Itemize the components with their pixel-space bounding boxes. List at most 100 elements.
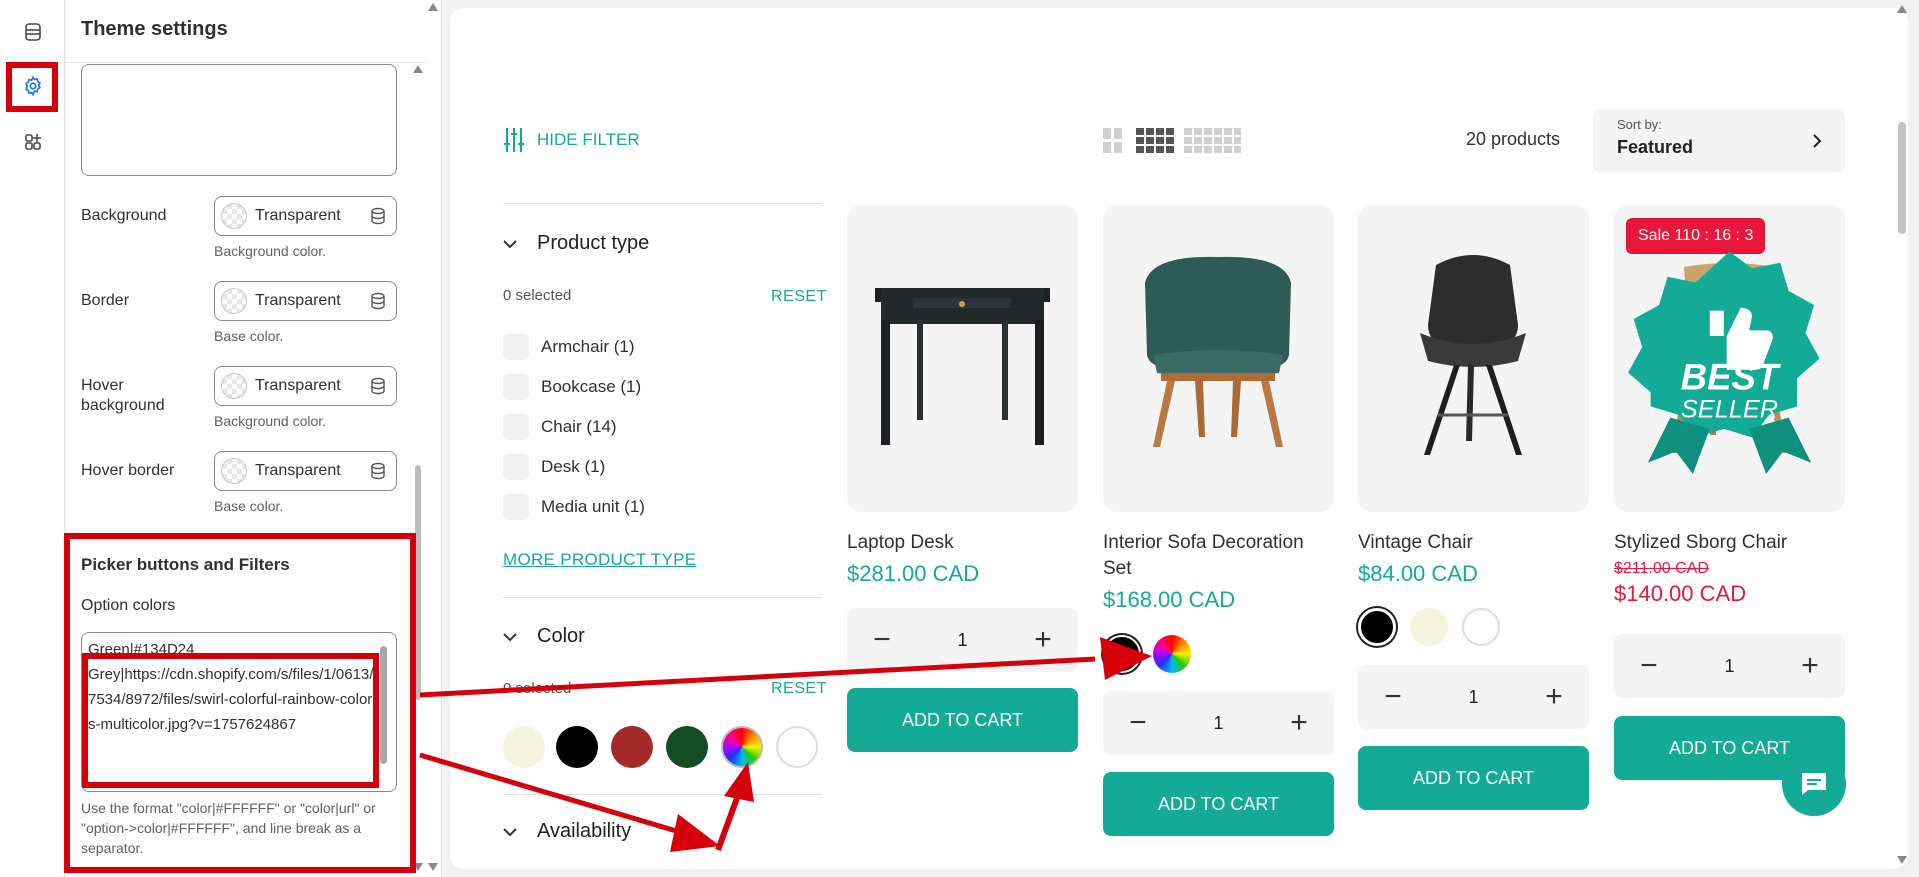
- grid-2-columns-icon[interactable]: [1103, 128, 1123, 154]
- best-seller-text: SELLER: [1681, 396, 1778, 424]
- color-swatch-white[interactable]: [776, 726, 818, 768]
- color-swatch-black[interactable]: [1103, 635, 1141, 673]
- product-count: 20 products: [1466, 129, 1561, 149]
- quantity-value[interactable]: 1: [1724, 656, 1734, 677]
- textarea-scrollbar[interactable]: [380, 646, 387, 764]
- divider: [503, 597, 822, 598]
- grid-6-columns-icon[interactable]: [1184, 128, 1241, 154]
- color-swatch-rainbow[interactable]: [721, 726, 763, 768]
- quantity-stepper[interactable]: − 1 +: [1358, 665, 1589, 729]
- preview-scrollbar[interactable]: [1898, 122, 1906, 234]
- product-card[interactable]: Sale 110 : 16 : 3 BEST SELLER Stylized S…: [1614, 205, 1845, 608]
- product-image[interactable]: [1358, 205, 1589, 512]
- color-swatch-black[interactable]: [1358, 608, 1396, 646]
- hover-background-label: Hover background: [81, 377, 165, 414]
- color-swatch-rainbow[interactable]: [1153, 635, 1191, 673]
- product-image[interactable]: [847, 205, 1078, 512]
- plus-icon[interactable]: +: [1543, 682, 1565, 712]
- chevron-down-icon: [503, 632, 517, 641]
- quantity-value[interactable]: 1: [1468, 687, 1478, 708]
- hover-border-value: Transparent: [255, 462, 341, 479]
- color-toggle[interactable]: Color: [503, 625, 585, 648]
- option-label: Armchair (1): [541, 337, 635, 356]
- product-title[interactable]: Interior Sofa Decoration Set: [1103, 530, 1334, 582]
- plus-icon[interactable]: +: [1799, 651, 1821, 681]
- background-color-input[interactable]: Transparent: [214, 196, 397, 236]
- filter-option-desk[interactable]: Desk (1): [503, 454, 605, 480]
- apps-icon[interactable]: [13, 122, 53, 162]
- hide-filter-button[interactable]: HIDE FILTER: [503, 126, 640, 154]
- database-icon[interactable]: [370, 462, 386, 480]
- sections-icon[interactable]: [13, 12, 53, 52]
- option-colors-label: Option colors: [81, 597, 176, 614]
- color-swatch-white[interactable]: [1462, 608, 1500, 646]
- border-color-input[interactable]: Transparent: [214, 281, 397, 321]
- availability-heading: Availability: [537, 820, 632, 842]
- minus-icon[interactable]: −: [1382, 682, 1404, 712]
- color-swatch-green[interactable]: [666, 726, 708, 768]
- quantity-stepper[interactable]: − 1 +: [847, 608, 1078, 672]
- panel-scrollbar[interactable]: [415, 465, 421, 700]
- scroll-down-arrow-icon[interactable]: [427, 862, 439, 872]
- checkbox[interactable]: [503, 334, 529, 360]
- filter-option-chair[interactable]: Chair (14): [503, 414, 617, 440]
- theme-settings-gear-icon[interactable]: [13, 66, 53, 106]
- quantity-stepper[interactable]: − 1 +: [1103, 691, 1334, 755]
- color-swatch-black[interactable]: [556, 726, 598, 768]
- scroll-down-arrow-icon[interactable]: [1896, 855, 1908, 865]
- product-card[interactable]: Interior Sofa Decoration Set $168.00 CAD: [1103, 205, 1334, 614]
- sort-dropdown[interactable]: Sort by: Featured: [1593, 109, 1845, 173]
- hover-border-color-input[interactable]: Transparent: [214, 451, 397, 491]
- color-swatch-cream[interactable]: [503, 726, 545, 768]
- database-icon[interactable]: [370, 377, 386, 395]
- checkbox[interactable]: [503, 374, 529, 400]
- product-card[interactable]: Laptop Desk $281.00 CAD: [847, 205, 1078, 588]
- quantity-stepper[interactable]: − 1 +: [1614, 634, 1845, 698]
- quantity-value[interactable]: 1: [1213, 713, 1223, 734]
- plus-icon[interactable]: +: [1288, 708, 1310, 738]
- checkbox[interactable]: [503, 494, 529, 520]
- filter-option-media-unit[interactable]: Media unit (1): [503, 494, 645, 520]
- product-type-toggle[interactable]: Product type: [503, 232, 649, 255]
- sort-label: Sort by:: [1617, 117, 1662, 132]
- add-to-cart-button[interactable]: ADD TO CART: [847, 688, 1078, 752]
- add-to-cart-button[interactable]: ADD TO CART: [1103, 772, 1334, 836]
- product-image[interactable]: Sale 110 : 16 : 3 BEST SELLER: [1614, 205, 1845, 512]
- filter-option-armchair[interactable]: Armchair (1): [503, 334, 635, 360]
- color-reset[interactable]: RESET: [771, 680, 827, 698]
- minus-icon[interactable]: −: [1127, 708, 1149, 738]
- add-to-cart-button[interactable]: ADD TO CART: [1358, 746, 1589, 810]
- availability-toggle[interactable]: Availability: [503, 820, 631, 843]
- border-help: Base color.: [214, 328, 284, 344]
- minus-icon[interactable]: −: [1638, 651, 1660, 681]
- scroll-up-arrow-icon[interactable]: [412, 64, 424, 74]
- background-value: Transparent: [255, 207, 341, 224]
- css-textarea[interactable]: [81, 64, 397, 176]
- option-colors-textarea[interactable]: Green|#134D24 Grey|https://cdn.shopify.c…: [81, 632, 397, 792]
- color-swatch-red[interactable]: [611, 726, 653, 768]
- chat-button[interactable]: [1782, 752, 1846, 816]
- database-icon[interactable]: [370, 292, 386, 310]
- transparent-swatch: [221, 458, 247, 484]
- more-product-type-link[interactable]: MORE PRODUCT TYPE: [503, 550, 696, 570]
- scroll-up-arrow-icon[interactable]: [427, 2, 439, 12]
- product-title[interactable]: Laptop Desk: [847, 530, 1078, 556]
- minus-icon[interactable]: −: [871, 625, 893, 655]
- product-card[interactable]: Vintage Chair $84.00 CAD: [1358, 205, 1589, 588]
- border-label: Border: [81, 292, 130, 309]
- product-type-reset[interactable]: RESET: [771, 288, 827, 306]
- color-swatch-cream[interactable]: [1410, 608, 1448, 646]
- scroll-up-arrow-icon[interactable]: [1896, 4, 1908, 14]
- database-icon[interactable]: [370, 207, 386, 225]
- grid-4-columns-icon[interactable]: [1136, 128, 1174, 154]
- plus-icon[interactable]: +: [1032, 625, 1054, 655]
- hover-background-color-input[interactable]: Transparent: [214, 366, 397, 406]
- product-title[interactable]: Stylized Sborg Chair: [1614, 530, 1845, 556]
- filter-option-bookcase[interactable]: Bookcase (1): [503, 374, 641, 400]
- checkbox[interactable]: [503, 454, 529, 480]
- quantity-value[interactable]: 1: [957, 630, 967, 651]
- product-image[interactable]: [1103, 205, 1334, 512]
- product-title[interactable]: Vintage Chair: [1358, 530, 1589, 556]
- checkbox[interactable]: [503, 414, 529, 440]
- scroll-down-arrow-icon[interactable]: [412, 862, 424, 872]
